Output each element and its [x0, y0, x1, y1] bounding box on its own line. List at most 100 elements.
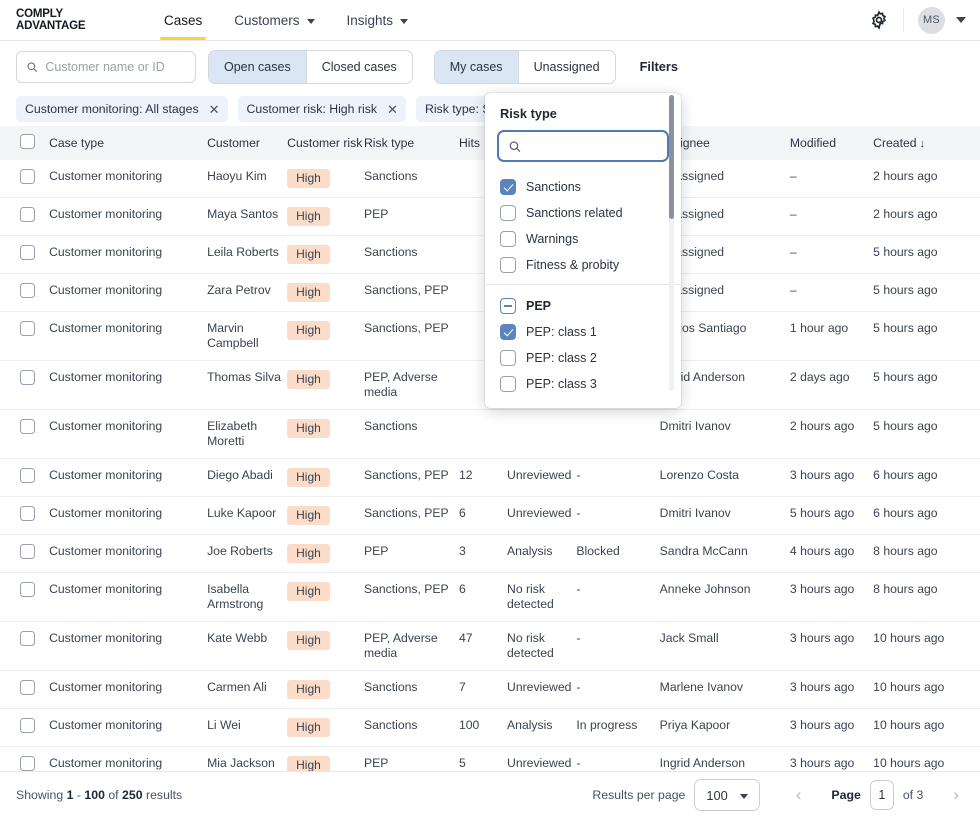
- risk-type-option-checkbox[interactable]: [500, 231, 516, 247]
- row-checkbox[interactable]: [20, 582, 35, 597]
- risk-level-badge: High: [287, 419, 330, 438]
- filter-chip-customer-risk[interactable]: Customer risk: High risk ✕: [238, 96, 406, 122]
- table-row[interactable]: Customer monitoringLuke KapoorHighSancti…: [0, 497, 980, 535]
- cell-customer-risk: High: [287, 361, 364, 410]
- risk-type-option[interactable]: Sanctions: [485, 174, 681, 200]
- avatar[interactable]: MS: [918, 7, 945, 34]
- customer-search-box[interactable]: [16, 51, 196, 83]
- search-input[interactable]: [45, 60, 186, 74]
- row-checkbox[interactable]: [20, 680, 35, 695]
- open-cases-button[interactable]: Open cases: [209, 51, 307, 83]
- search-icon: [26, 60, 38, 74]
- risk-type-option-checkbox[interactable]: [500, 298, 516, 314]
- table-row[interactable]: Customer monitoringJoe RobertsHighPEP3An…: [0, 535, 980, 573]
- results-per-page-label: Results per page: [592, 788, 685, 802]
- risk-type-option-checkbox[interactable]: [500, 205, 516, 221]
- cell-decision: [576, 410, 659, 459]
- row-checkbox[interactable]: [20, 718, 35, 733]
- row-checkbox[interactable]: [20, 283, 35, 298]
- filter-toolbar: Open cases Closed cases My cases Unassig…: [0, 41, 980, 92]
- risk-type-filter-dropdown: Risk type SanctionsSanctions relatedWarn…: [485, 93, 681, 408]
- risk-type-option[interactable]: Warnings: [485, 226, 681, 252]
- my-cases-button[interactable]: My cases: [435, 51, 519, 83]
- cell-risk-type: PEP: [364, 535, 459, 573]
- nav-item-customers[interactable]: Customers: [218, 0, 330, 40]
- table-row[interactable]: Customer monitoringElizabeth MorettiHigh…: [0, 410, 980, 459]
- cell-customer: Luke Kapoor: [207, 497, 287, 535]
- chevron-down-icon[interactable]: [956, 17, 966, 23]
- cell-stage: Unreviewed: [507, 497, 576, 535]
- risk-type-option-checkbox[interactable]: [500, 257, 516, 273]
- column-header-created-label: Created: [873, 136, 916, 150]
- filter-chip-customer-monitoring[interactable]: Customer monitoring: All stages ✕: [16, 96, 228, 122]
- risk-type-option[interactable]: Fitness & probity: [485, 252, 681, 278]
- range-dash: -: [77, 788, 81, 802]
- gear-icon[interactable]: [869, 10, 889, 30]
- assignment-toggle: My cases Unassigned: [434, 50, 616, 84]
- closed-cases-button[interactable]: Closed cases: [307, 51, 412, 83]
- row-checkbox[interactable]: [20, 544, 35, 559]
- row-checkbox[interactable]: [20, 321, 35, 336]
- dropdown-search-box[interactable]: [497, 130, 669, 162]
- row-checkbox[interactable]: [20, 370, 35, 385]
- column-header-customer-risk[interactable]: Customer risk: [287, 126, 364, 160]
- table-row[interactable]: Customer monitoringDiego AbadiHighSancti…: [0, 459, 980, 497]
- column-header-customer[interactable]: Customer: [207, 126, 287, 160]
- risk-type-option-label: PEP: [526, 299, 551, 313]
- cell-stage: [507, 410, 576, 459]
- cell-hits: 6: [459, 497, 507, 535]
- cell-case-type: Customer monitoring: [49, 198, 207, 236]
- table-row[interactable]: Customer monitoringKate WebbHighPEP, Adv…: [0, 622, 980, 671]
- risk-type-option-checkbox[interactable]: [500, 350, 516, 366]
- cell-customer: Kate Webb: [207, 622, 287, 671]
- next-page-button[interactable]: ›: [948, 785, 964, 805]
- column-header-created[interactable]: Created↓: [873, 126, 980, 160]
- select-all-checkbox[interactable]: [20, 134, 35, 149]
- row-checkbox[interactable]: [20, 207, 35, 222]
- cell-decision: -: [576, 459, 659, 497]
- cell-customer: Joe Roberts: [207, 535, 287, 573]
- cell-customer-risk: High: [287, 709, 364, 747]
- results-per-page-select[interactable]: 100: [694, 779, 759, 811]
- nav-item-cases[interactable]: Cases: [148, 0, 218, 40]
- row-checkbox[interactable]: [20, 419, 35, 434]
- row-checkbox[interactable]: [20, 506, 35, 521]
- cell-risk-type: Sanctions, PEP: [364, 459, 459, 497]
- dropdown-scrollbar-track[interactable]: [669, 95, 674, 391]
- row-checkbox[interactable]: [20, 468, 35, 483]
- risk-type-option-checkbox[interactable]: [500, 179, 516, 195]
- table-row[interactable]: Customer monitoringIsabella ArmstrongHig…: [0, 573, 980, 622]
- previous-page-button[interactable]: ‹: [791, 785, 807, 805]
- row-select-checkbox-cell: [0, 274, 49, 312]
- filters-button[interactable]: Filters: [640, 59, 678, 74]
- cell-risk-type: Sanctions: [364, 236, 459, 274]
- risk-type-option[interactable]: PEP: class 1: [485, 319, 681, 345]
- risk-type-option-checkbox[interactable]: [500, 376, 516, 392]
- close-icon[interactable]: ✕: [199, 103, 228, 116]
- dropdown-scrollbar-thumb[interactable]: [669, 95, 674, 219]
- risk-type-option[interactable]: PEP: class 2: [485, 345, 681, 371]
- dropdown-scrollbar[interactable]: [669, 95, 676, 391]
- row-checkbox[interactable]: [20, 756, 35, 771]
- nav-item-insights[interactable]: Insights: [331, 0, 425, 40]
- risk-type-option[interactable]: PEP: class 3: [485, 371, 681, 397]
- cell-case-type: Customer monitoring: [49, 160, 207, 198]
- dropdown-search-input[interactable]: [522, 139, 658, 153]
- cell-stage: No risk detected: [507, 573, 576, 622]
- row-checkbox[interactable]: [20, 245, 35, 260]
- close-icon[interactable]: ✕: [377, 103, 406, 116]
- row-checkbox[interactable]: [20, 631, 35, 646]
- column-header-modified[interactable]: Modified: [790, 126, 873, 160]
- column-header-risk-type[interactable]: Risk type: [364, 126, 459, 160]
- cell-created: 5 hours ago: [873, 361, 980, 410]
- risk-type-option[interactable]: PEP: [485, 293, 681, 319]
- column-header-case-type[interactable]: Case type: [49, 126, 207, 160]
- page-number-input[interactable]: 1: [870, 780, 894, 810]
- risk-type-option-checkbox[interactable]: [500, 324, 516, 340]
- table-row[interactable]: Customer monitoringCarmen AliHighSanctio…: [0, 671, 980, 709]
- unassigned-button[interactable]: Unassigned: [519, 51, 615, 83]
- row-checkbox[interactable]: [20, 169, 35, 184]
- risk-type-option[interactable]: Sanctions related: [485, 200, 681, 226]
- top-bar-right: MS: [869, 0, 966, 40]
- table-row[interactable]: Customer monitoringLi WeiHighSanctions10…: [0, 709, 980, 747]
